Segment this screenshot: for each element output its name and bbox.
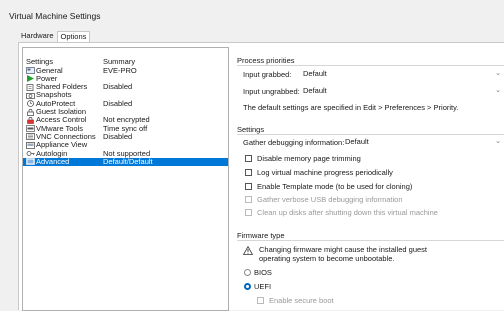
firmware-section-title: Firmware type <box>237 231 285 240</box>
input-ungrabbed-value: Default <box>303 86 327 95</box>
bios-radio[interactable] <box>244 269 251 276</box>
shared-folders-icon <box>26 83 34 91</box>
section-divider <box>237 134 504 135</box>
options-panel: Settings Summary General EVE-PRO Power S… <box>18 42 504 311</box>
disable-page-trimming-checkbox[interactable] <box>245 155 252 162</box>
advanced-icon <box>26 158 35 166</box>
chevron-down-icon: ⌄ <box>495 70 501 77</box>
verbose-usb-checkbox[interactable] <box>245 196 252 203</box>
snapshots-icon <box>26 93 35 99</box>
input-grabbed-label: Input grabbed: <box>243 70 292 79</box>
process-priorities-title: Process priorities <box>237 56 295 65</box>
input-ungrabbed-dropdown[interactable]: Default ⌄ <box>303 86 504 96</box>
input-grabbed-dropdown[interactable]: Default ⌄ <box>303 69 504 79</box>
access-control-icon <box>27 116 34 124</box>
debugging-dropdown[interactable]: Default ⌄ <box>345 137 504 147</box>
input-ungrabbed-label: Input ungrabbed: <box>243 87 300 96</box>
uefi-label: UEFI <box>254 282 272 291</box>
cleanup-disks-label: Clean up disks after shutting down this … <box>257 208 438 217</box>
secure-boot-checkbox[interactable] <box>257 297 264 304</box>
input-grabbed-value: Default <box>303 69 327 78</box>
warning-icon <box>243 246 253 255</box>
template-mode-label: Enable Template mode (to be used for clo… <box>257 182 413 191</box>
debugging-value: Default <box>345 137 369 146</box>
autoprotect-icon <box>27 100 34 108</box>
uefi-radio[interactable] <box>244 283 251 290</box>
tab-hardware[interactable]: Hardware <box>18 31 57 41</box>
general-icon <box>26 67 35 74</box>
log-progress-label: Log virtual machine progress periodicall… <box>257 168 393 177</box>
section-divider <box>237 240 504 241</box>
template-mode-checkbox[interactable] <box>245 183 252 190</box>
log-progress-checkbox[interactable] <box>245 169 252 176</box>
power-icon <box>27 75 34 83</box>
firmware-warning-line2: operating system to become unbootable. <box>259 254 395 263</box>
autologin-icon <box>26 151 35 156</box>
vnc-icon <box>26 133 35 141</box>
tab-bar: Hardware Options <box>18 31 91 43</box>
cleanup-disks-checkbox[interactable] <box>245 209 252 216</box>
bios-label: BIOS <box>254 268 272 277</box>
priority-note: The default settings are specified in Ed… <box>243 103 459 112</box>
debugging-label: Gather debugging information: <box>243 138 345 147</box>
appliance-view-icon <box>26 141 35 149</box>
chevron-down-icon: ⌄ <box>495 138 501 145</box>
vmware-tools-icon <box>26 125 35 133</box>
chevron-down-icon: ⌄ <box>495 87 501 94</box>
guest-isolation-icon <box>27 108 34 116</box>
window-title: Virtual Machine Settings <box>9 11 101 21</box>
list-item-advanced[interactable]: Advanced Default/Default <box>23 157 228 167</box>
settings-list[interactable]: Settings Summary General EVE-PRO Power S… <box>22 47 229 311</box>
section-divider <box>237 65 504 66</box>
settings-section-title: Settings <box>237 125 265 134</box>
verbose-usb-label: Gather verbose USB debugging information <box>257 195 403 204</box>
disable-page-trimming-label: Disable memory page trimming <box>257 154 361 163</box>
firmware-warning-line1: Changing firmware might cause the instal… <box>259 245 428 254</box>
secure-boot-label: Enable secure boot <box>269 296 334 305</box>
